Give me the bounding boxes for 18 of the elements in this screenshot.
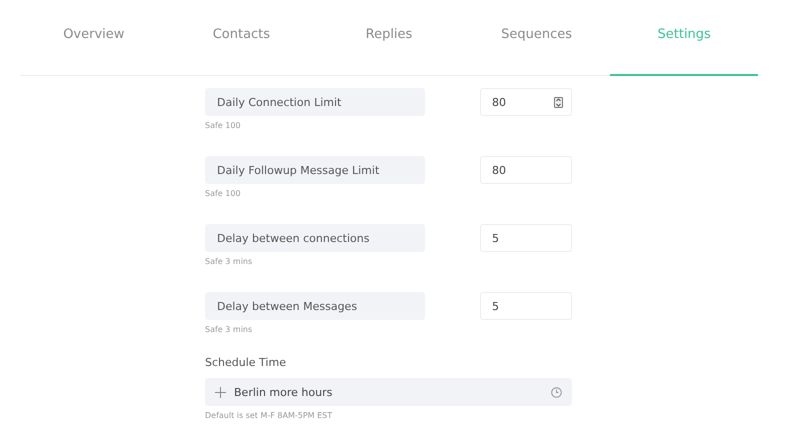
- schedule-field[interactable]: Berlin more hours: [205, 378, 572, 406]
- hint-text: Safe 3 mins: [205, 325, 254, 335]
- setting-label: Delay between Messages: [205, 292, 425, 320]
- hint-text: Default is set M-F 8AM-5PM EST: [205, 411, 334, 421]
- number-field[interactable]: 5: [480, 224, 572, 252]
- number-field[interactable]: 80: [480, 156, 572, 184]
- number-field[interactable]: 5: [480, 292, 572, 320]
- setting-label: Daily Followup Message Limit: [205, 156, 425, 184]
- clock-icon[interactable]: [551, 386, 562, 398]
- setting-label: Daily Connection Limit: [205, 88, 425, 116]
- spinner-icon[interactable]: [554, 96, 563, 108]
- setting-label: Delay between connections: [205, 224, 425, 252]
- section-title: Schedule Time: [205, 356, 287, 370]
- plus-icon[interactable]: [215, 386, 226, 398]
- hint-text: Safe 100: [205, 189, 242, 199]
- number-field[interactable]: 80: [480, 88, 572, 116]
- hint-text: Safe 3 mins: [205, 257, 254, 267]
- hint-text: Safe 100: [205, 121, 242, 131]
